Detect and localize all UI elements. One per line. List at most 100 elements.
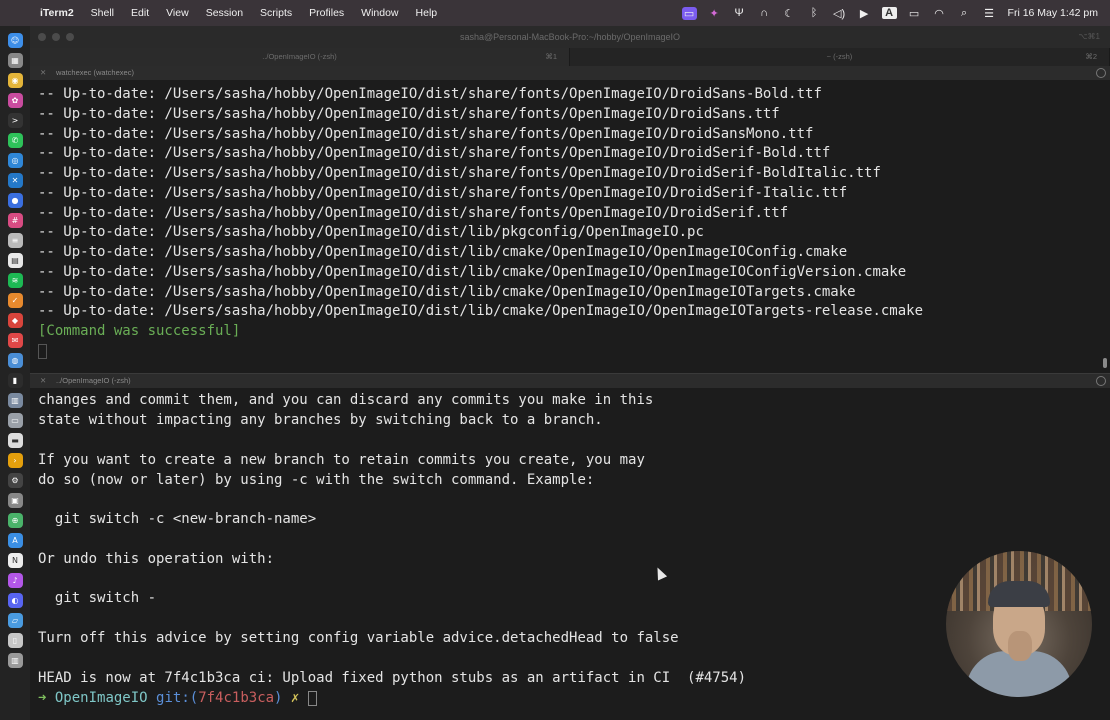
dock: ☺ ▦ ◉ ✿ > ✆ ◎ ✕ ● # ≡ ▤ ≋ ✓ ◆ ✉ ◍ ▮ ▥ ▭ ▬ › ⚙ ▣ ⊕ A N ♪ ◐ ▱ ▯ ▥ <box>0 26 30 720</box>
prompt-git-prefix: git:( <box>156 690 199 706</box>
tab-label: ../OpenImageIO (-zsh) <box>262 52 337 61</box>
menu-scripts[interactable]: Scripts <box>260 7 292 19</box>
bluetooth-icon[interactable]: ᛒ <box>807 7 822 19</box>
output-line: Or undo this operation with: <box>38 551 275 567</box>
output-line: -- Up-to-date: /Users/sasha/hobby/OpenIm… <box>38 86 822 102</box>
dock-chrome-icon[interactable]: ◉ <box>7 72 23 88</box>
dock-plex-icon[interactable]: › <box>7 452 23 468</box>
output-line: state without impacting any branches by … <box>38 412 603 428</box>
color-picker-icon[interactable]: ✦ <box>707 7 722 20</box>
volume-icon[interactable]: ◁) <box>832 7 847 20</box>
maximize-pane-icon[interactable] <box>1096 376 1106 386</box>
headset-icon[interactable]: ∩ <box>757 7 772 19</box>
dock-maps-icon[interactable]: ⊕ <box>7 512 23 528</box>
pane-title: ../OpenImageIO (-zsh) <box>56 376 131 385</box>
menu-window[interactable]: Window <box>361 7 398 19</box>
maximize-pane-icon[interactable] <box>1096 68 1106 78</box>
dock-files-icon[interactable]: ▭ <box>7 412 23 428</box>
menubar-clock[interactable]: Fri 16 May 1:42 pm <box>1008 7 1098 19</box>
close-icon[interactable]: ✕ <box>40 66 46 80</box>
dock-notes-icon[interactable]: ≡ <box>7 232 23 248</box>
input-source-icon[interactable]: A <box>881 7 897 19</box>
dock-printer-icon[interactable]: ▣ <box>7 492 23 508</box>
menu-edit[interactable]: Edit <box>131 7 149 19</box>
terminal-pane-watchexec[interactable]: -- Up-to-date: /Users/sasha/hobby/OpenIm… <box>30 80 1110 373</box>
dock-discord-icon[interactable]: ◐ <box>7 592 23 608</box>
tab-home[interactable]: ~ (-zsh) ⌘2 <box>570 48 1110 66</box>
output-line: -- Up-to-date: /Users/sasha/hobby/OpenIm… <box>38 264 907 280</box>
close-window-button[interactable] <box>38 33 46 41</box>
dock-drive-icon[interactable]: ▬ <box>7 432 23 448</box>
output-line: -- Up-to-date: /Users/sasha/hobby/OpenIm… <box>38 126 814 142</box>
search-icon[interactable]: ⌕ <box>957 7 972 20</box>
dock-launchpad-icon[interactable]: ▦ <box>7 52 23 68</box>
terminal-cursor <box>38 341 47 361</box>
window-title: sasha@Personal-MacBook-Pro:~/hobby/OpenI… <box>460 32 680 42</box>
dock-finder-icon[interactable]: ☺ <box>7 32 23 48</box>
screen-record-icon[interactable]: ▭ <box>681 6 697 20</box>
shell-prompt[interactable]: ➜ OpenImageIO git:(7f4c1b3ca) ✗ <box>38 688 317 708</box>
tab-shortcut: ⌘1 <box>545 52 557 61</box>
tab-shortcut: ⌘2 <box>1085 52 1097 61</box>
dock-whatsapp-icon[interactable]: ✆ <box>7 132 23 148</box>
dock-spotify-icon[interactable]: ≋ <box>7 272 23 288</box>
minimize-window-button[interactable] <box>52 33 60 41</box>
tab-label: ~ (-zsh) <box>826 52 853 61</box>
output-line: Turn off this advice by setting config v… <box>38 630 679 646</box>
dock-folder-icon[interactable]: ▱ <box>7 612 23 628</box>
menu-session[interactable]: Session <box>206 7 243 19</box>
dock-github-icon[interactable]: ⚙ <box>7 472 23 488</box>
control-center-icon[interactable]: ☰ <box>982 7 997 20</box>
prompt-directory: OpenImageIO <box>54 690 148 706</box>
pane-title: watchexec (watchexec) <box>56 68 134 77</box>
dock-network-icon[interactable]: ◍ <box>7 352 23 368</box>
dock-console-icon[interactable]: ▮ <box>7 372 23 388</box>
play-icon[interactable]: ▶ <box>857 7 872 20</box>
tab-openimageio[interactable]: ../OpenImageIO (-zsh) ⌘1 <box>30 48 570 66</box>
output-line: -- Up-to-date: /Users/sasha/hobby/OpenIm… <box>38 303 924 319</box>
dock-preview-icon[interactable]: ▥ <box>7 392 23 408</box>
dock-signal-icon[interactable]: ● <box>7 192 23 208</box>
tab-bar: ../OpenImageIO (-zsh) ⌘1 ~ (-zsh) ⌘2 <box>30 48 1110 66</box>
dock-reminders-icon[interactable]: ✓ <box>7 292 23 308</box>
dock-documents-icon[interactable]: ▯ <box>7 632 23 648</box>
webcam-overlay <box>946 551 1092 697</box>
dock-todoist-icon[interactable]: ◆ <box>7 312 23 328</box>
output-line: -- Up-to-date: /Users/sasha/hobby/OpenIm… <box>38 244 848 260</box>
command-status: [Command was successful] <box>38 323 241 339</box>
dock-mail-icon[interactable]: ✉ <box>7 332 23 348</box>
output-line: -- Up-to-date: /Users/sasha/hobby/OpenIm… <box>38 205 789 221</box>
prompt-git-branch: 7f4c1b3ca <box>198 690 275 706</box>
pane-header-zsh[interactable]: ✕ ../OpenImageIO (-zsh) <box>30 374 1110 388</box>
dock-terminal-icon[interactable]: > <box>7 112 23 128</box>
dock-music-icon[interactable]: ♪ <box>7 572 23 588</box>
dock-safari-icon[interactable]: ◎ <box>7 152 23 168</box>
menu-view[interactable]: View <box>166 7 189 19</box>
dock-trash-icon[interactable]: ▥ <box>7 652 23 668</box>
fork-icon[interactable]: Ψ <box>732 7 747 19</box>
menu-help[interactable]: Help <box>416 7 438 19</box>
zoom-window-button[interactable] <box>66 33 74 41</box>
battery-icon[interactable]: ▭ <box>907 7 922 20</box>
window-titlebar[interactable]: sasha@Personal-MacBook-Pro:~/hobby/OpenI… <box>30 26 1110 48</box>
dock-vscode-icon[interactable]: ✕ <box>7 172 23 188</box>
dock-photos-icon[interactable]: ✿ <box>7 92 23 108</box>
close-icon[interactable]: ✕ <box>40 374 46 388</box>
menu-profiles[interactable]: Profiles <box>309 7 344 19</box>
dock-slack-icon[interactable]: # <box>7 212 23 228</box>
output-line: -- Up-to-date: /Users/sasha/hobby/OpenIm… <box>38 185 848 201</box>
person-hand <box>1008 631 1032 661</box>
wifi-icon[interactable]: ◠ <box>932 7 947 20</box>
person-cap <box>988 581 1050 607</box>
app-menu[interactable]: iTerm2 <box>40 7 74 19</box>
moon-icon[interactable]: ☾ <box>782 7 797 20</box>
pane-header-watchexec[interactable]: ✕ watchexec (watchexec) <box>30 66 1110 80</box>
dock-notion-icon[interactable]: N <box>7 552 23 568</box>
dock-calendar-icon[interactable]: ▤ <box>7 252 23 268</box>
dock-appstore-icon[interactable]: A <box>7 532 23 548</box>
output-line: git switch - <box>38 590 157 606</box>
menu-shell[interactable]: Shell <box>91 7 114 19</box>
status-area: ▭ ✦ Ψ ∩ ☾ ᛒ ◁) ▶ A ▭ ◠ ⌕ ☰ Fri 16 May 1:… <box>677 0 1110 26</box>
output-line: HEAD is now at 7f4c1b3ca ci: Upload fixe… <box>38 670 747 686</box>
pane-scrollbar[interactable] <box>1103 358 1107 368</box>
